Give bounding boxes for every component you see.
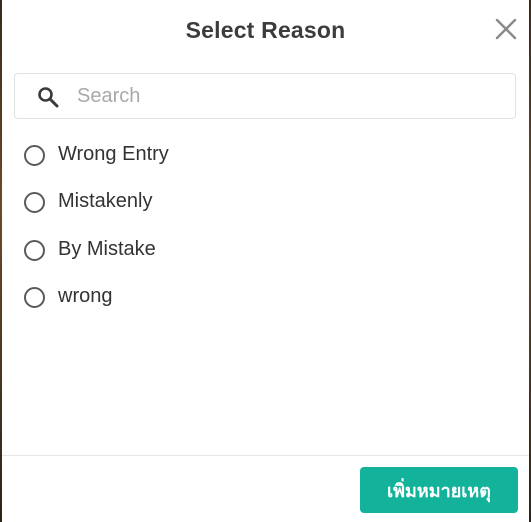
reason-label: By Mistake: [58, 238, 156, 260]
close-icon: [495, 18, 517, 40]
reason-option-by-mistake[interactable]: By Mistake: [22, 232, 502, 268]
radio-button[interactable]: [24, 240, 45, 261]
reason-option-wrong-entry[interactable]: Wrong Entry: [22, 137, 502, 173]
reason-label: Mistakenly: [58, 190, 153, 212]
search-icon: [38, 87, 59, 108]
radio-button[interactable]: [24, 192, 45, 213]
close-button[interactable]: [493, 16, 519, 42]
reason-label: Wrong Entry: [58, 143, 169, 165]
modal-title: Select Reason: [185, 17, 346, 43]
footer-divider: [2, 455, 529, 456]
search-box: [14, 73, 516, 119]
modal-header: Select Reason: [2, 0, 529, 62]
reason-label: wrong: [58, 285, 113, 307]
add-reason-button[interactable]: เพิ่มหมายเหตุ: [360, 467, 518, 513]
search-input[interactable]: [77, 82, 497, 110]
select-reason-modal: Select Reason Wrong Entry Mistakenly By …: [2, 0, 529, 522]
reason-option-wrong[interactable]: wrong: [22, 279, 502, 315]
reason-option-mistakenly[interactable]: Mistakenly: [22, 184, 502, 220]
radio-button[interactable]: [24, 145, 45, 166]
radio-button[interactable]: [24, 287, 45, 308]
